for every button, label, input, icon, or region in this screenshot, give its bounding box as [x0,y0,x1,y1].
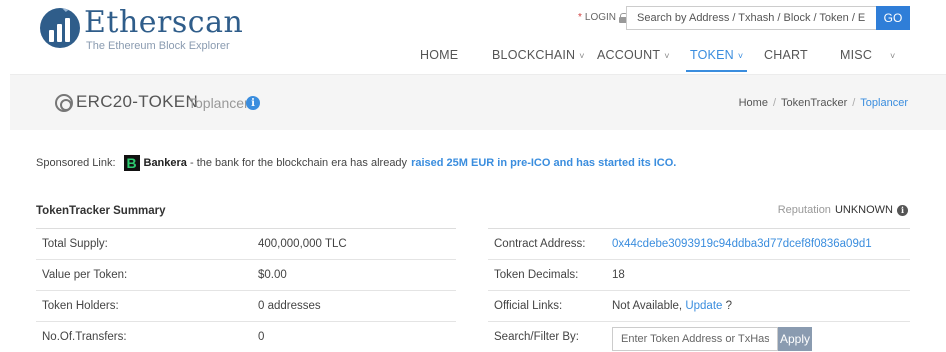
nav-home[interactable]: HOME [420,48,458,62]
nav-token-label: TOKEN [690,48,734,62]
row-label: Token Holders: [42,300,119,312]
site-header: Etherscan The Ethereum Block Explorer * … [0,0,946,72]
chevron-down-icon: ˅ [579,51,585,61]
sponsored-prefix: Sponsored Link: [36,157,116,169]
nav-token[interactable]: TOKEN ˅ [685,48,748,72]
official-links-q: ? [725,300,733,312]
sponsored-link: Sponsored Link: B Bankera - the bank for… [36,155,676,171]
row-value: $0.00 [258,269,287,281]
nav-misc-label: MISC [840,48,873,62]
login-label: LOGIN [584,12,617,23]
bankera-logo-icon[interactable]: B [123,155,140,171]
row-value: 0 [258,331,265,343]
table-row: Official Links: Not Available, Update ? [488,291,910,322]
sponsored-highlight-link[interactable]: raised 25M EUR in pre-ICO and has starte… [411,157,676,169]
brand-name: Etherscan [84,5,244,40]
reputation-label: Reputation [777,204,831,216]
breadcrumb-tokentracker[interactable]: TokenTracker [781,97,847,109]
filter-label: Search/Filter By: [494,331,579,343]
search-bar: GO [626,6,910,30]
login-star: * [578,12,582,23]
table-row: Search/Filter By: Apply [488,322,910,352]
page-subtitle: Toplancer [188,95,249,111]
token-decimals-label: Token Decimals: [494,269,579,281]
official-links-label: Official Links: [494,300,563,312]
summary-table-left: Total Supply: 400,000,000 TLC Value per … [36,228,456,352]
info-icon[interactable]: i [897,204,908,216]
official-links-value: Not Available, Update ? [612,300,732,312]
chevron-down-icon: ˅ [737,51,744,61]
nav-account-label: ACCOUNT [597,48,661,62]
nav-misc[interactable]: MISC [840,48,872,62]
table-row: No.Of.Transfers: 0 [36,322,456,352]
nav-chart-label: CHART [764,48,808,62]
table-row: Contract Address: 0x44cdebe3093919c94ddb… [488,229,910,260]
go-button[interactable]: GO [876,6,910,30]
row-label: Value per Token: [42,269,128,281]
row-value: 0 addresses [258,300,321,312]
filter-input[interactable] [612,327,778,351]
nav-blockchain[interactable]: BLOCKCHAIN ˅ [492,48,585,62]
row-value: 400,000,000 TLC [258,238,347,250]
token-icon [55,94,73,112]
nav-account[interactable]: ACCOUNT ˅ [597,48,670,62]
sponsored-text: - the bank for the blockchain era has al… [186,157,408,169]
chevron-down-icon: ˅ [890,51,896,61]
summary-table-right: Contract Address: 0x44cdebe3093919c94ddb… [488,228,910,352]
filter-form: Apply [612,327,812,351]
row-label: Total Supply: [42,238,108,250]
contract-address-label: Contract Address: [494,238,586,250]
page-title: ERC20-TOKEN [76,92,199,111]
breadcrumb: Home / TokenTracker / Toplancer [738,97,908,109]
search-input[interactable] [626,6,876,30]
contract-address-link[interactable]: 0x44cdebe3093919c94ddba3d77dcef8f0836a09… [612,238,872,250]
token-decimals-value: 18 [612,269,625,281]
table-row: Value per Token: $0.00 [36,260,456,291]
nav-more[interactable]: ˅ [886,48,895,62]
breadcrumb-home[interactable]: Home [739,97,768,109]
summary-title: TokenTracker Summary [36,205,166,217]
main-nav: HOME BLOCKCHAIN ˅ ACCOUNT ˅ TOKEN ˅ CHART M… [0,40,946,72]
nav-blockchain-label: BLOCKCHAIN [492,48,576,62]
official-links-text: Not Available, [612,300,683,312]
chevron-down-icon: ˅ [664,51,670,61]
reputation: Reputation UNKNOWN i [778,204,908,216]
page-title-bar: ERC20-TOKEN Toplancer i Home / TokenTracke… [10,74,946,130]
table-row: Total Supply: 400,000,000 TLC [36,229,456,260]
info-icon[interactable]: i [246,96,260,110]
table-row: Token Holders: 0 addresses [36,291,456,322]
table-row: Token Decimals: 18 [488,260,910,291]
apply-button[interactable]: Apply [778,327,812,351]
reputation-value: UNKNOWN [834,204,893,216]
login-link[interactable]: * LOGIN [578,12,629,23]
sponsored-brand[interactable]: Bankera [144,157,187,169]
nav-home-label: HOME [420,48,459,62]
breadcrumb-current[interactable]: Toplancer [860,97,908,109]
nav-chart[interactable]: CHART [764,48,808,62]
update-link[interactable]: Update [685,300,722,312]
row-label: No.Of.Transfers: [42,331,127,343]
